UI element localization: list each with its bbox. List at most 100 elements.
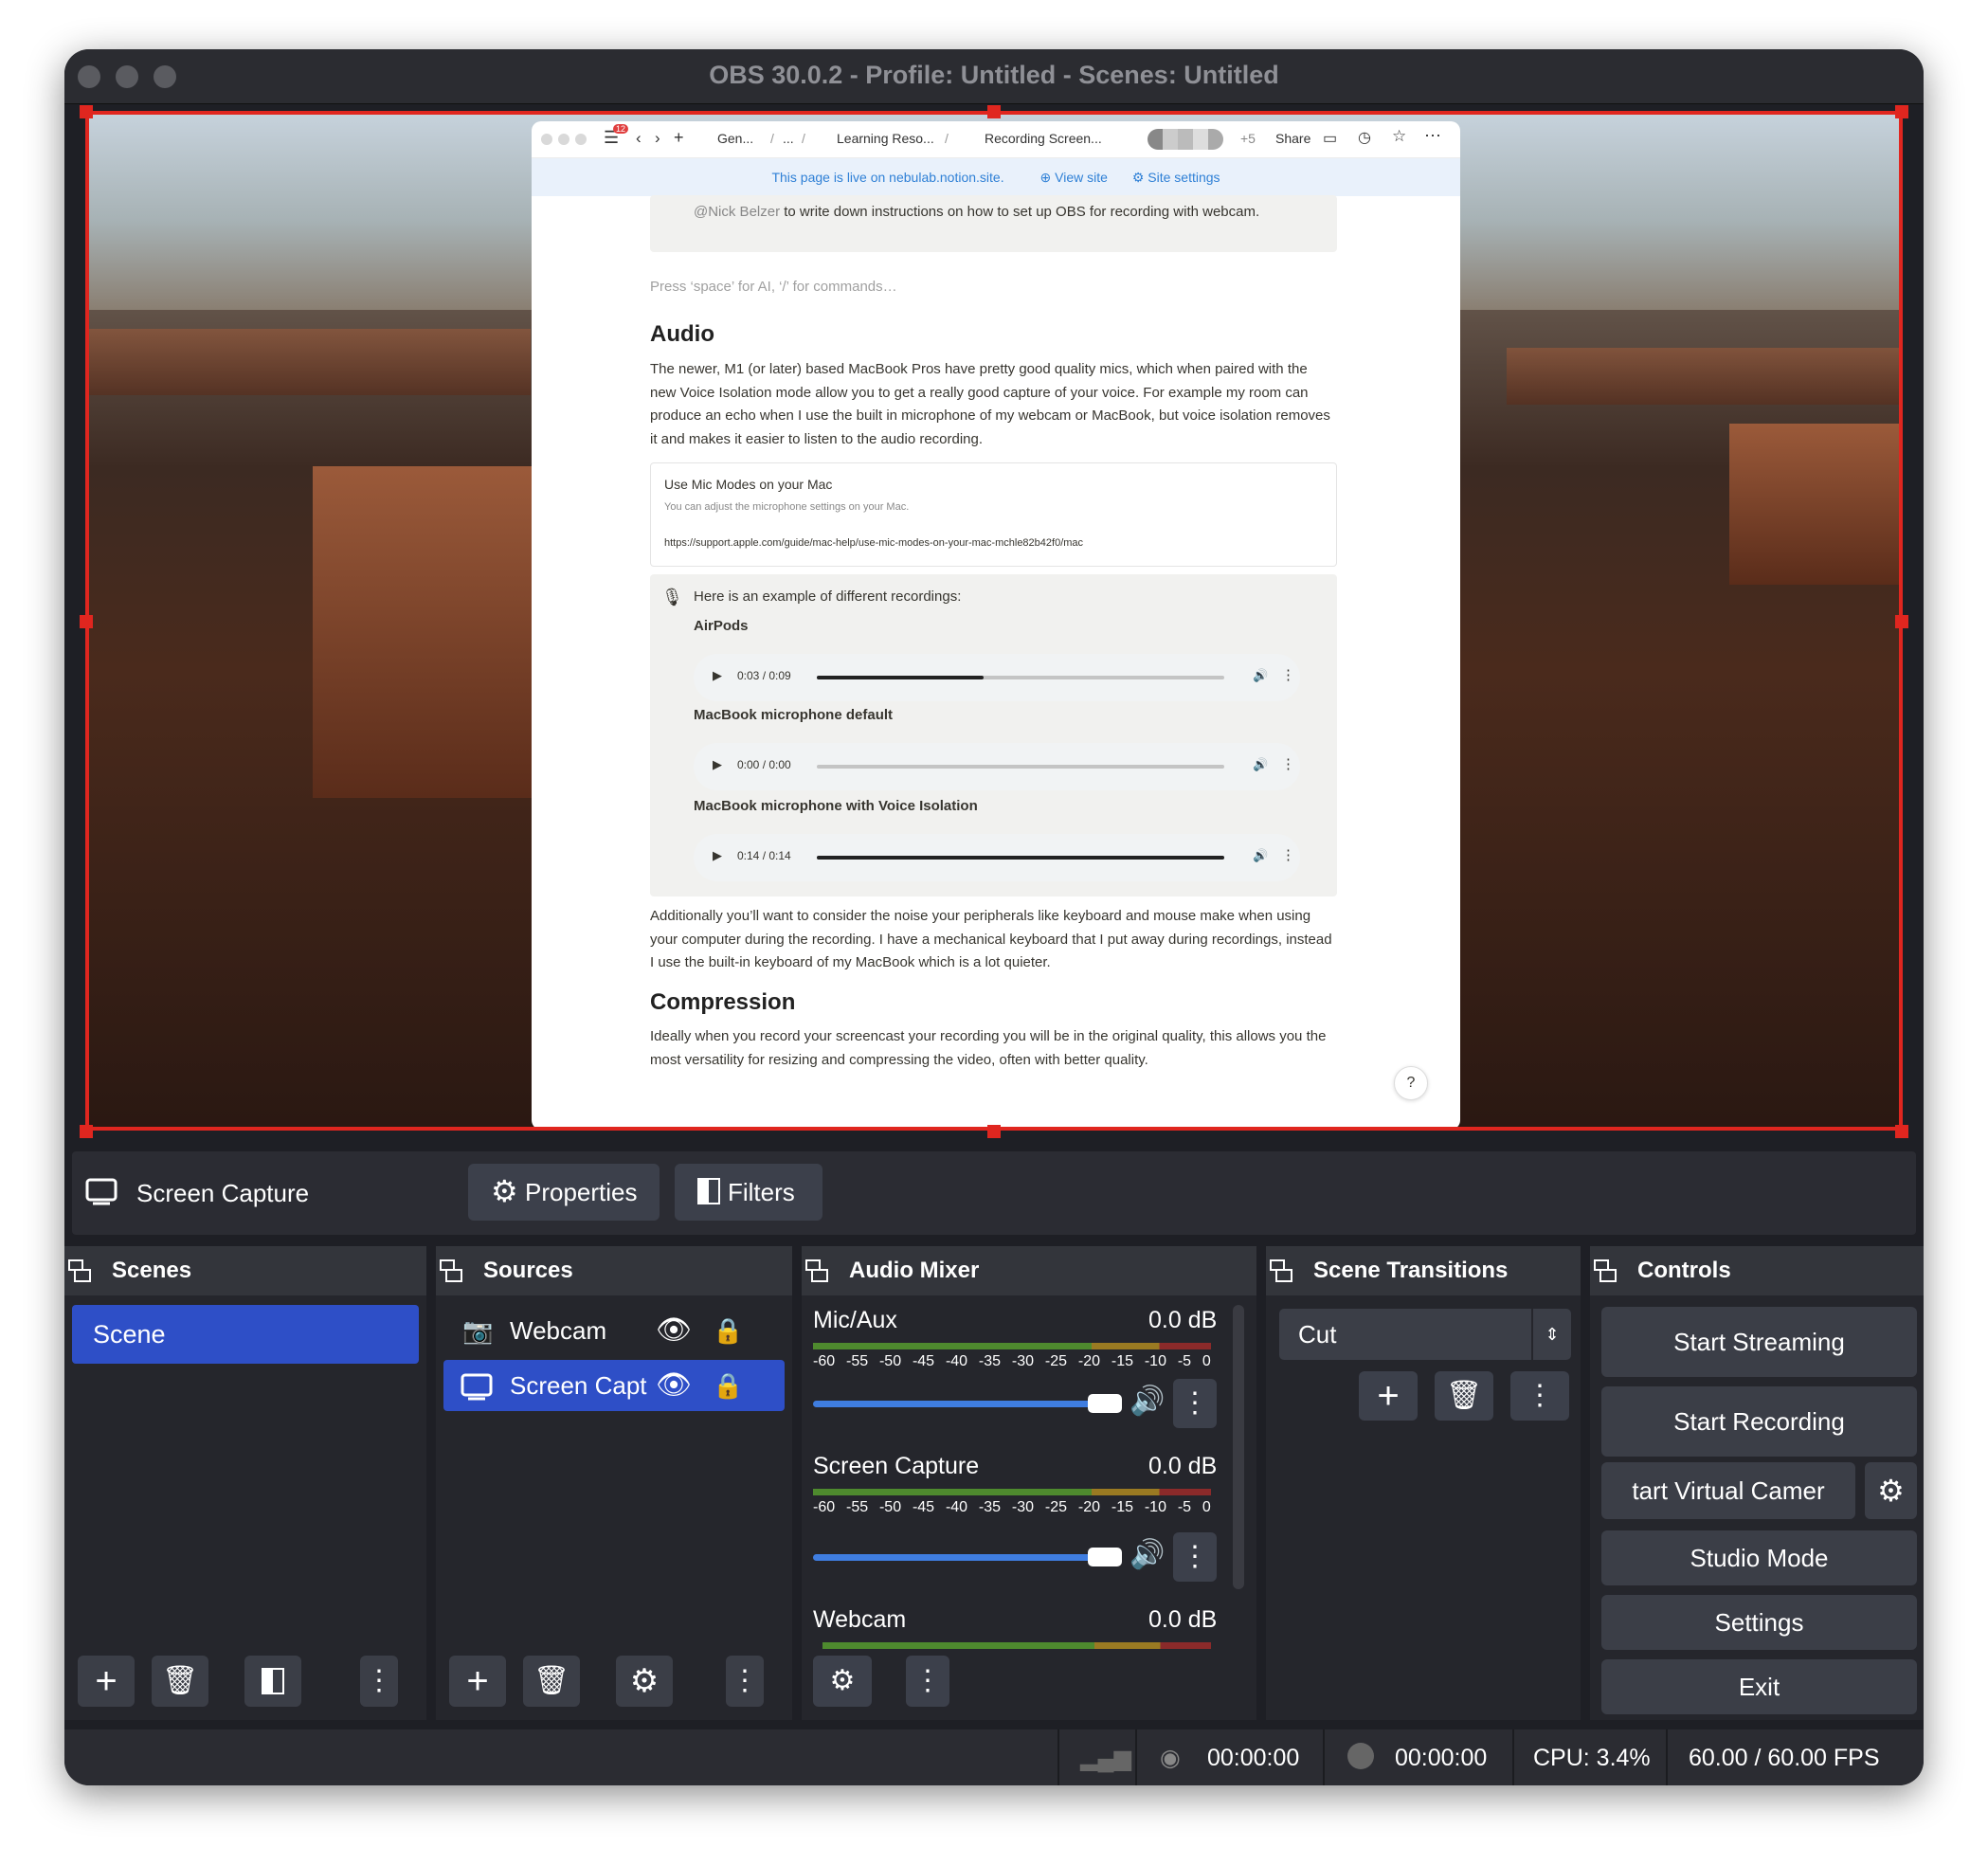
share-button[interactable]: Share [1275, 131, 1310, 146]
collaborators-more[interactable]: +5 [1240, 131, 1256, 146]
breadcrumb-item[interactable]: Gen... [717, 131, 753, 146]
speaker-icon[interactable]: 🔊 [1130, 1538, 1165, 1571]
lock-icon[interactable]: 🔒 [713, 1360, 743, 1411]
breadcrumb-item[interactable]: ... [783, 131, 794, 146]
view-site-link[interactable]: View site [1055, 170, 1108, 185]
more-icon[interactable]: ⋯ [1424, 126, 1441, 146]
visibility-eye-icon[interactable]: 👁 [656, 1305, 692, 1356]
volume-slider-knob[interactable] [1088, 1394, 1122, 1413]
settings-button[interactable]: Settings [1601, 1595, 1917, 1650]
filters-button[interactable]: Filters [675, 1164, 822, 1221]
volume-icon[interactable]: 🔊 [1253, 668, 1268, 683]
volume-slider[interactable] [813, 1394, 1122, 1413]
forward-icon[interactable]: › [655, 129, 660, 148]
recordings-callout: 🎙 Here is an example of different record… [650, 574, 1337, 896]
captured-browser-window[interactable]: ☰ 12 ‹ › + Gen... / ... / Learning Reso.… [532, 121, 1460, 1130]
transition-menu-button[interactable]: ⋮ [1510, 1371, 1569, 1421]
source-list-item[interactable]: 📷 Webcam 👁 🔒 [443, 1305, 785, 1356]
exit-button[interactable]: Exit [1601, 1659, 1917, 1714]
back-icon[interactable]: ‹ [636, 129, 642, 148]
meter-tick: -50 [878, 1499, 902, 1515]
virtual-camera-settings-button[interactable]: ⚙ [1865, 1462, 1917, 1519]
recording-indicator-icon [1347, 1743, 1374, 1769]
new-page-icon[interactable]: + [674, 128, 684, 148]
play-icon[interactable]: ▶ [713, 668, 722, 683]
resize-handle[interactable] [987, 105, 1001, 118]
empty-block-placeholder[interactable]: Press ‘space’ for AI, ‘/’ for commands… [650, 276, 897, 299]
banner-text: This page is live on nebulab.notion.site… [771, 170, 1004, 185]
resize-handle[interactable] [1895, 615, 1908, 628]
remove-scene-button[interactable]: 🗑 [152, 1656, 208, 1707]
scene-filters-button[interactable] [244, 1656, 301, 1707]
bookmark-title: Use Mic Modes on your Mac [664, 477, 833, 492]
transition-select[interactable]: Cut ⇕ [1279, 1309, 1571, 1360]
source-properties-button[interactable]: ⚙ [616, 1656, 673, 1707]
resize-handle[interactable] [1895, 105, 1908, 118]
resize-handle[interactable] [80, 105, 93, 118]
volume-icon[interactable]: 🔊 [1253, 848, 1268, 863]
start-virtual-camera-button[interactable]: tart Virtual Camer [1601, 1462, 1855, 1519]
breadcrumb-item[interactable]: Learning Reso... [837, 131, 934, 146]
player-menu-icon[interactable]: ⋮ [1281, 666, 1295, 683]
play-icon[interactable]: ▶ [713, 757, 722, 772]
meter-tick: -10 [1144, 1353, 1166, 1369]
add-scene-button[interactable]: + [78, 1656, 135, 1707]
seek-track[interactable] [817, 676, 1224, 679]
audio-player[interactable]: ▶ 0:14 / 0:14 🔊 ⋮ [694, 834, 1300, 881]
bookmark-block[interactable]: Use Mic Modes on your Mac You can adjust… [650, 462, 1337, 567]
player-menu-icon[interactable]: ⋮ [1281, 755, 1295, 772]
channel-level: 0.0 dB [1148, 1453, 1218, 1479]
add-transition-button[interactable]: + [1359, 1371, 1418, 1421]
gear-icon: ⚙ [491, 1174, 518, 1208]
seek-track[interactable] [817, 856, 1224, 860]
remove-source-button[interactable]: 🗑 [523, 1656, 580, 1707]
site-settings-link[interactable]: Site settings [1148, 170, 1220, 185]
audio-player[interactable]: ▶ 0:00 / 0:00 🔊 ⋮ [694, 743, 1300, 790]
lock-icon[interactable]: 🔒 [713, 1305, 743, 1356]
resize-handle[interactable] [987, 1125, 1001, 1138]
filter-icon [262, 1668, 284, 1694]
chevron-updown-icon: ⇕ [1531, 1309, 1571, 1360]
volume-slider[interactable] [813, 1548, 1122, 1566]
comments-icon[interactable]: ▭ [1323, 129, 1337, 148]
volume-meter: -60 -55 -50 -45 -40 -35 -30 -25 -20 -15 -10 -5 0 [813, 1343, 1211, 1370]
play-icon[interactable]: ▶ [713, 848, 722, 863]
audio-mixer-title: Audio Mixer [849, 1258, 980, 1283]
browser-dot [541, 134, 552, 145]
recording-label: MacBook microphone default [694, 707, 894, 723]
audio-settings-button[interactable]: ⚙ [813, 1656, 872, 1707]
channel-menu-button[interactable]: ⋮ [1173, 1379, 1217, 1428]
properties-button[interactable]: ⚙ Properties [468, 1164, 660, 1221]
add-source-button[interactable]: + [449, 1656, 506, 1707]
volume-icon[interactable]: 🔊 [1253, 757, 1268, 772]
scene-menu-button[interactable]: ⋮ [360, 1656, 398, 1707]
visibility-eye-icon[interactable]: 👁 [656, 1360, 692, 1411]
player-menu-icon[interactable]: ⋮ [1281, 846, 1295, 863]
resize-handle[interactable] [1895, 1125, 1908, 1138]
mixer-scrollbar[interactable] [1233, 1305, 1244, 1589]
speaker-icon[interactable]: 🔊 [1130, 1385, 1165, 1418]
audio-player[interactable]: ▶ 0:03 / 0:09 🔊 ⋮ [694, 654, 1300, 701]
mention[interactable]: @Nick Belzer [694, 204, 780, 220]
audio-menu-button[interactable]: ⋮ [906, 1656, 949, 1707]
start-recording-button[interactable]: Start Recording [1601, 1386, 1917, 1457]
resize-handle[interactable] [80, 615, 93, 628]
start-streaming-button[interactable]: Start Streaming [1601, 1307, 1917, 1377]
resize-handle[interactable] [80, 1125, 93, 1138]
source-list-item-selected[interactable]: Screen Capt 👁 🔒 [443, 1360, 785, 1411]
volume-slider-knob[interactable] [1088, 1548, 1122, 1566]
player-time: 0:14 / 0:14 [737, 849, 791, 862]
breadcrumb-item[interactable]: Recording Screen... [985, 131, 1102, 146]
status-divider [1512, 1729, 1514, 1785]
help-button[interactable]: ? [1394, 1066, 1428, 1100]
scene-list-item[interactable]: Scene [72, 1305, 419, 1364]
history-icon[interactable]: ◷ [1358, 128, 1371, 147]
source-menu-button[interactable]: ⋮ [726, 1656, 764, 1707]
studio-mode-button[interactable]: Studio Mode [1601, 1530, 1917, 1585]
favorite-icon[interactable]: ☆ [1392, 127, 1406, 146]
remove-transition-button[interactable]: 🗑 [1435, 1371, 1493, 1421]
seek-track[interactable] [817, 765, 1224, 769]
meter-tick: -5 [1177, 1499, 1192, 1515]
channel-menu-button[interactable]: ⋮ [1173, 1532, 1217, 1582]
transition-selected: Cut [1298, 1320, 1337, 1349]
